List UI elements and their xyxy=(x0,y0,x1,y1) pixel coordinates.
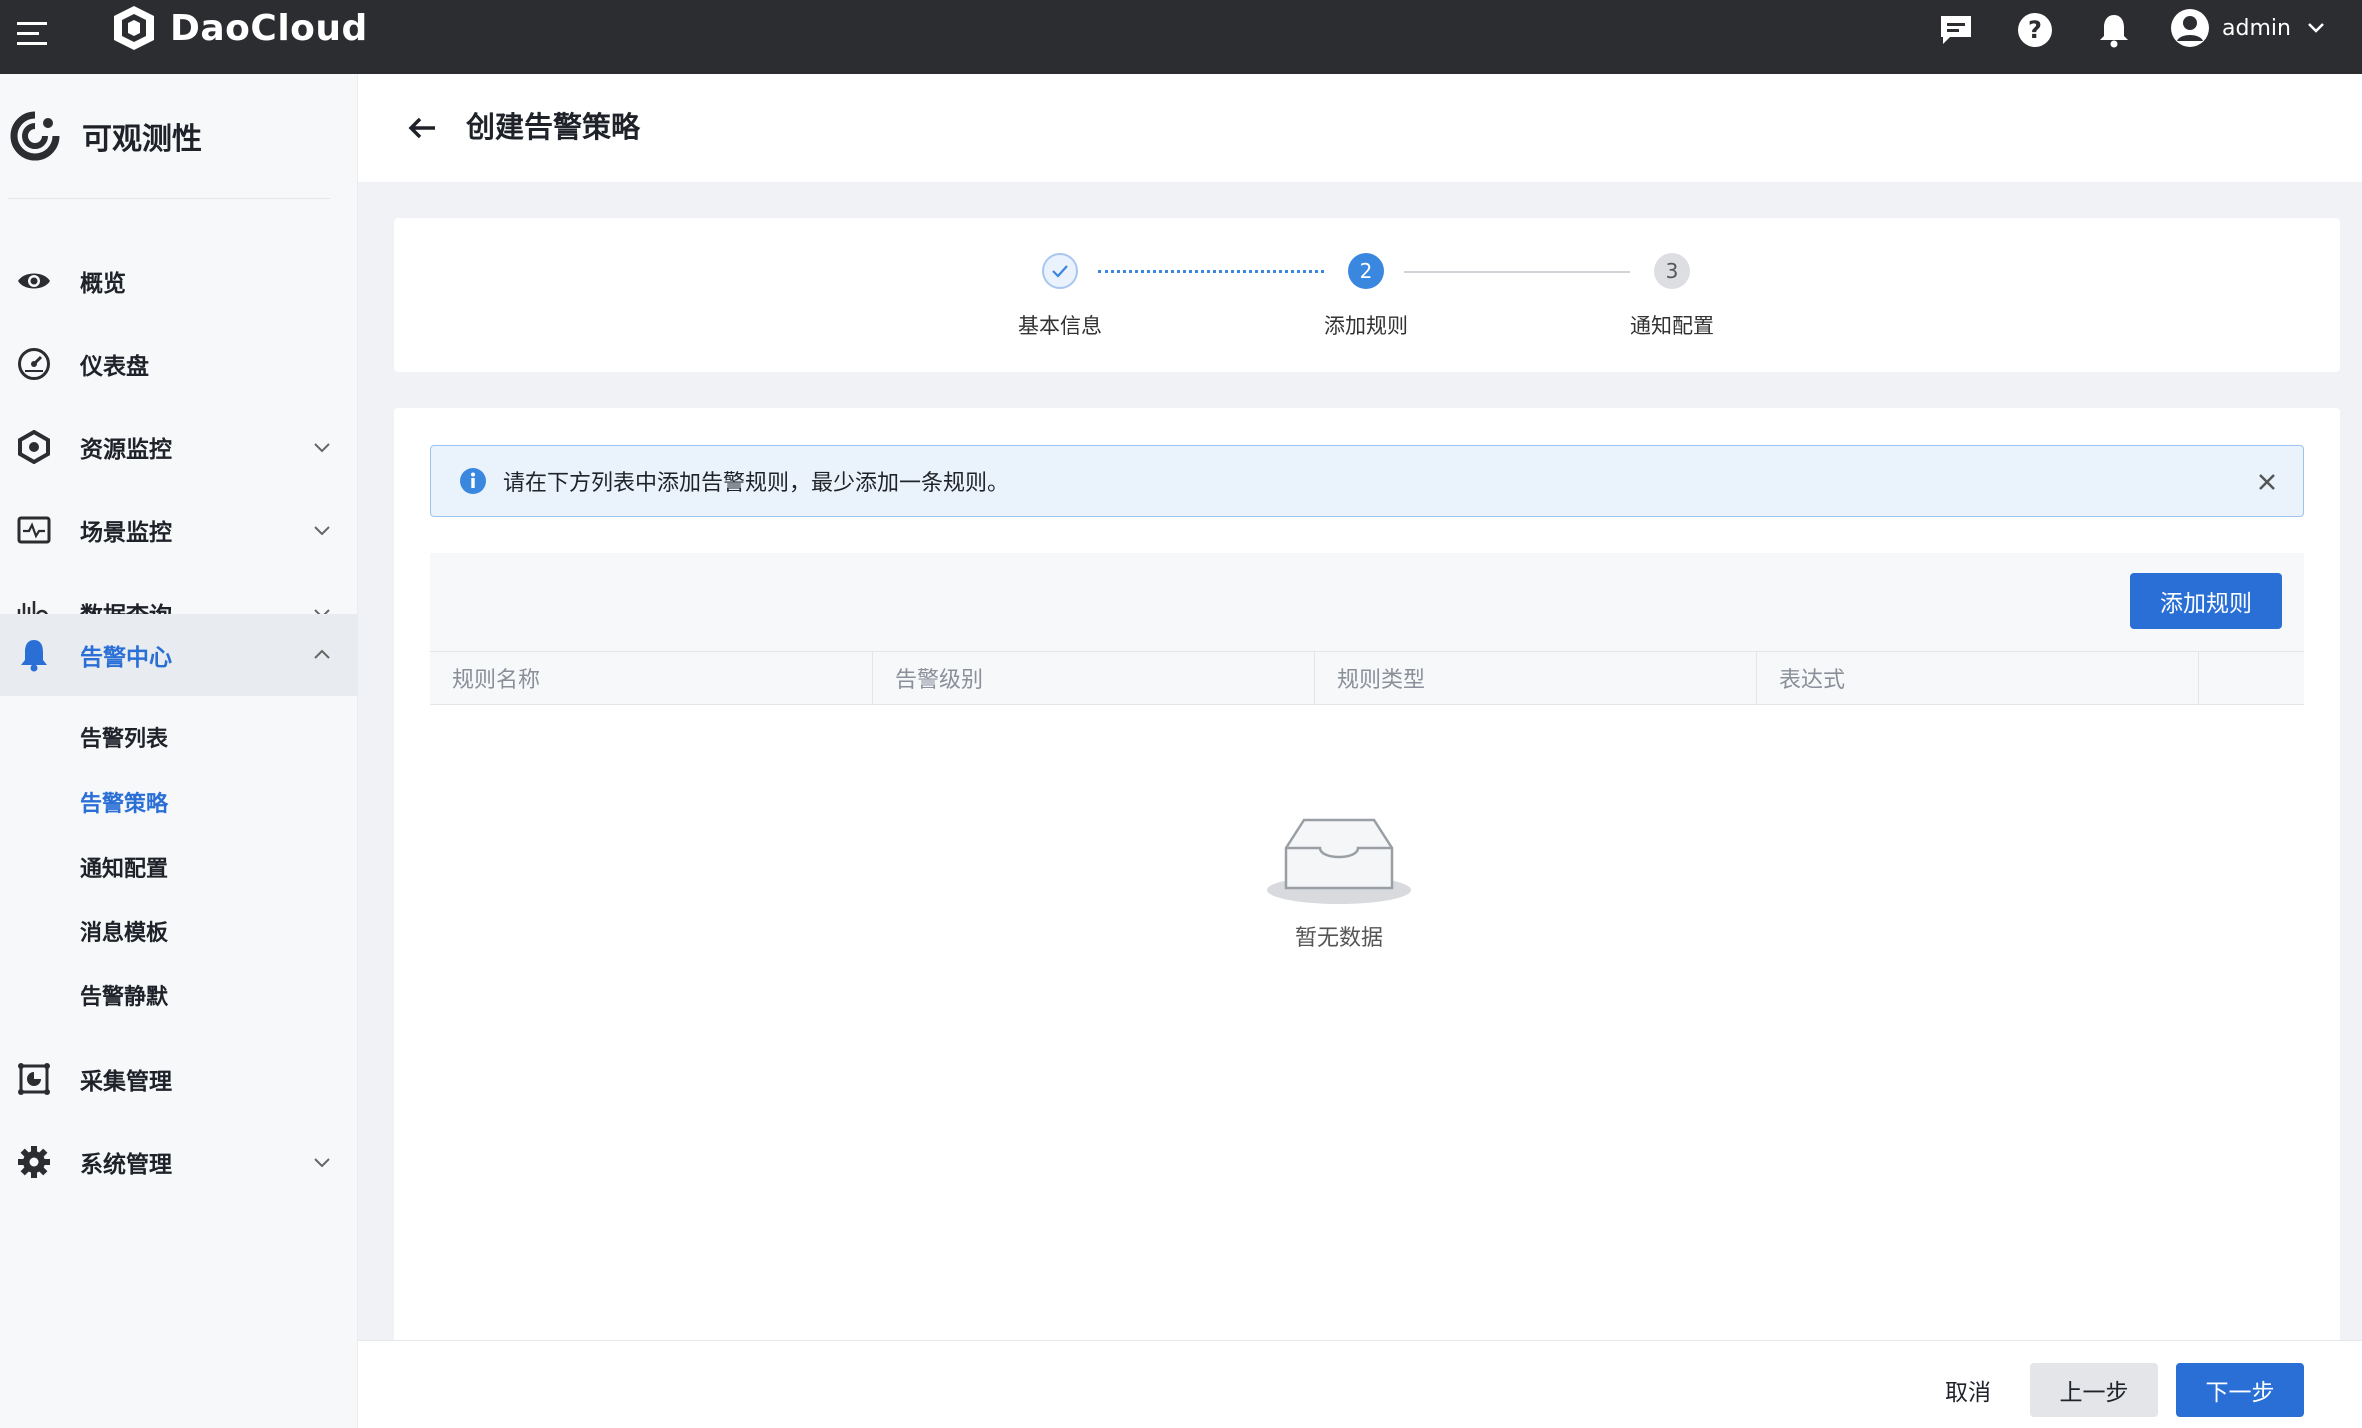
bell-icon[interactable] xyxy=(2092,8,2136,52)
sidebar-subitem-message-template[interactable]: 消息模板 xyxy=(80,903,340,959)
dashboard-gauge-icon xyxy=(16,346,52,382)
column-header-rule-name[interactable]: 规则名称 xyxy=(430,652,873,704)
table-header: 规则名称 告警级别 规则类型 表达式 xyxy=(430,651,2304,705)
info-icon xyxy=(460,468,486,494)
column-header-alert-level[interactable]: 告警级别 xyxy=(873,652,1315,704)
sidebar-subitem-notification-config[interactable]: 通知配置 xyxy=(80,839,340,895)
empty-text: 暂无数据 xyxy=(1294,926,1383,951)
sidebar-item-dashboard[interactable]: 仪表盘 xyxy=(0,323,358,405)
module-header: 可观测性 xyxy=(0,74,358,198)
previous-step-button[interactable]: 上一步 xyxy=(2030,1363,2158,1417)
rules-card: 请在下方列表中添加告警规则，最少添加一条规则。 添加规则 规则名称 告警级别 规… xyxy=(394,408,2340,1342)
step-connector xyxy=(1098,270,1324,273)
brand-logo[interactable]: DaoCloud xyxy=(110,4,368,52)
page-title: 创建告警策略 xyxy=(466,110,641,144)
sidebar-item-label: 系统管理 xyxy=(80,1152,172,1178)
sidebar-subitem-alert-silence[interactable]: 告警静默 xyxy=(80,967,340,1023)
user-avatar-icon xyxy=(2171,9,2209,47)
sidebar-item-collection-management[interactable]: 采集管理 xyxy=(0,1038,358,1120)
empty-inbox-icon xyxy=(1267,818,1411,904)
user-menu[interactable]: admin xyxy=(2170,6,2325,50)
module-title: 可观测性 xyxy=(82,122,202,157)
eye-icon xyxy=(16,263,52,299)
menu-icon[interactable] xyxy=(14,14,54,54)
step-2-number: 2 xyxy=(1348,253,1384,289)
table-toolbar: 添加规则 xyxy=(430,553,2304,651)
user-name: admin xyxy=(2222,15,2291,41)
chevron-down-icon xyxy=(314,1158,330,1168)
sidebar: 可观测性 概览 仪表盘 资源监控 场景监控 数据查询 xyxy=(0,74,358,1428)
sidebar-item-scene-monitoring[interactable]: 场景监控 xyxy=(0,489,358,571)
sidebar-item-label: 采集管理 xyxy=(80,1069,172,1095)
sidebar-item-resource-monitoring[interactable]: 资源监控 xyxy=(0,406,358,488)
step-2-label: 添加规则 xyxy=(1324,314,1408,338)
top-navbar: DaoCloud ? admin xyxy=(0,0,2362,74)
step-1-check-icon xyxy=(1042,253,1078,289)
sidebar-item-label: 告警中心 xyxy=(80,645,172,671)
step-3-number: 3 xyxy=(1654,253,1690,289)
step-1-label: 基本信息 xyxy=(1018,314,1102,338)
close-icon[interactable] xyxy=(2253,468,2281,496)
sidebar-item-label: 概览 xyxy=(80,271,126,297)
alert-message: 请在下方列表中添加告警规则，最少添加一条规则。 xyxy=(503,471,1010,496)
add-rule-button[interactable]: 添加规则 xyxy=(2130,573,2282,629)
page-header: 创建告警策略 xyxy=(358,74,2362,182)
sidebar-item-alert-center[interactable]: 告警中心 xyxy=(0,614,358,696)
daocloud-logo-icon xyxy=(114,6,154,50)
next-step-button[interactable]: 下一步 xyxy=(2176,1363,2304,1417)
sidebar-divider xyxy=(8,198,330,199)
svg-text:?: ? xyxy=(2028,16,2042,44)
sidebar-item-label: 场景监控 xyxy=(80,520,172,546)
sidebar-subitem-alert-policy[interactable]: 告警策略 xyxy=(80,774,340,830)
sidebar-item-system-management[interactable]: 系统管理 xyxy=(0,1121,358,1203)
sidebar-item-overview[interactable]: 概览 xyxy=(0,240,358,322)
back-arrow-icon[interactable] xyxy=(402,108,442,148)
empty-state: 暂无数据 xyxy=(1254,808,1424,952)
column-header-expression[interactable]: 表达式 xyxy=(1757,652,2199,704)
column-header-rule-type[interactable]: 规则类型 xyxy=(1315,652,1757,704)
observability-logo-icon xyxy=(10,111,60,161)
message-icon[interactable] xyxy=(1934,8,1978,52)
chevron-up-icon xyxy=(314,649,330,659)
gear-icon xyxy=(16,1144,52,1180)
cancel-button[interactable]: 取消 xyxy=(1918,1363,2018,1417)
chevron-down-icon xyxy=(2308,23,2324,33)
column-header-actions xyxy=(2199,652,2304,704)
info-alert: 请在下方列表中添加告警规则，最少添加一条规则。 xyxy=(430,445,2304,517)
hexagon-resource-icon xyxy=(16,429,52,465)
chevron-down-icon xyxy=(314,443,330,453)
sidebar-subitem-alert-list[interactable]: 告警列表 xyxy=(80,709,340,765)
collection-frame-icon xyxy=(16,1061,52,1097)
steps-card: 基本信息 2 添加规则 3 通知配置 xyxy=(394,218,2340,372)
sidebar-item-label: 资源监控 xyxy=(80,437,172,463)
step-connector xyxy=(1404,271,1630,273)
pulse-monitor-icon xyxy=(16,512,52,548)
bell-icon xyxy=(16,637,52,673)
chevron-down-icon xyxy=(314,526,330,536)
help-icon[interactable]: ? xyxy=(2013,8,2057,52)
footer-actions: 取消 上一步 下一步 xyxy=(358,1340,2362,1428)
sidebar-item-label: 仪表盘 xyxy=(80,354,149,380)
brand-name: DaoCloud xyxy=(170,7,368,49)
step-3-label: 通知配置 xyxy=(1630,314,1714,338)
